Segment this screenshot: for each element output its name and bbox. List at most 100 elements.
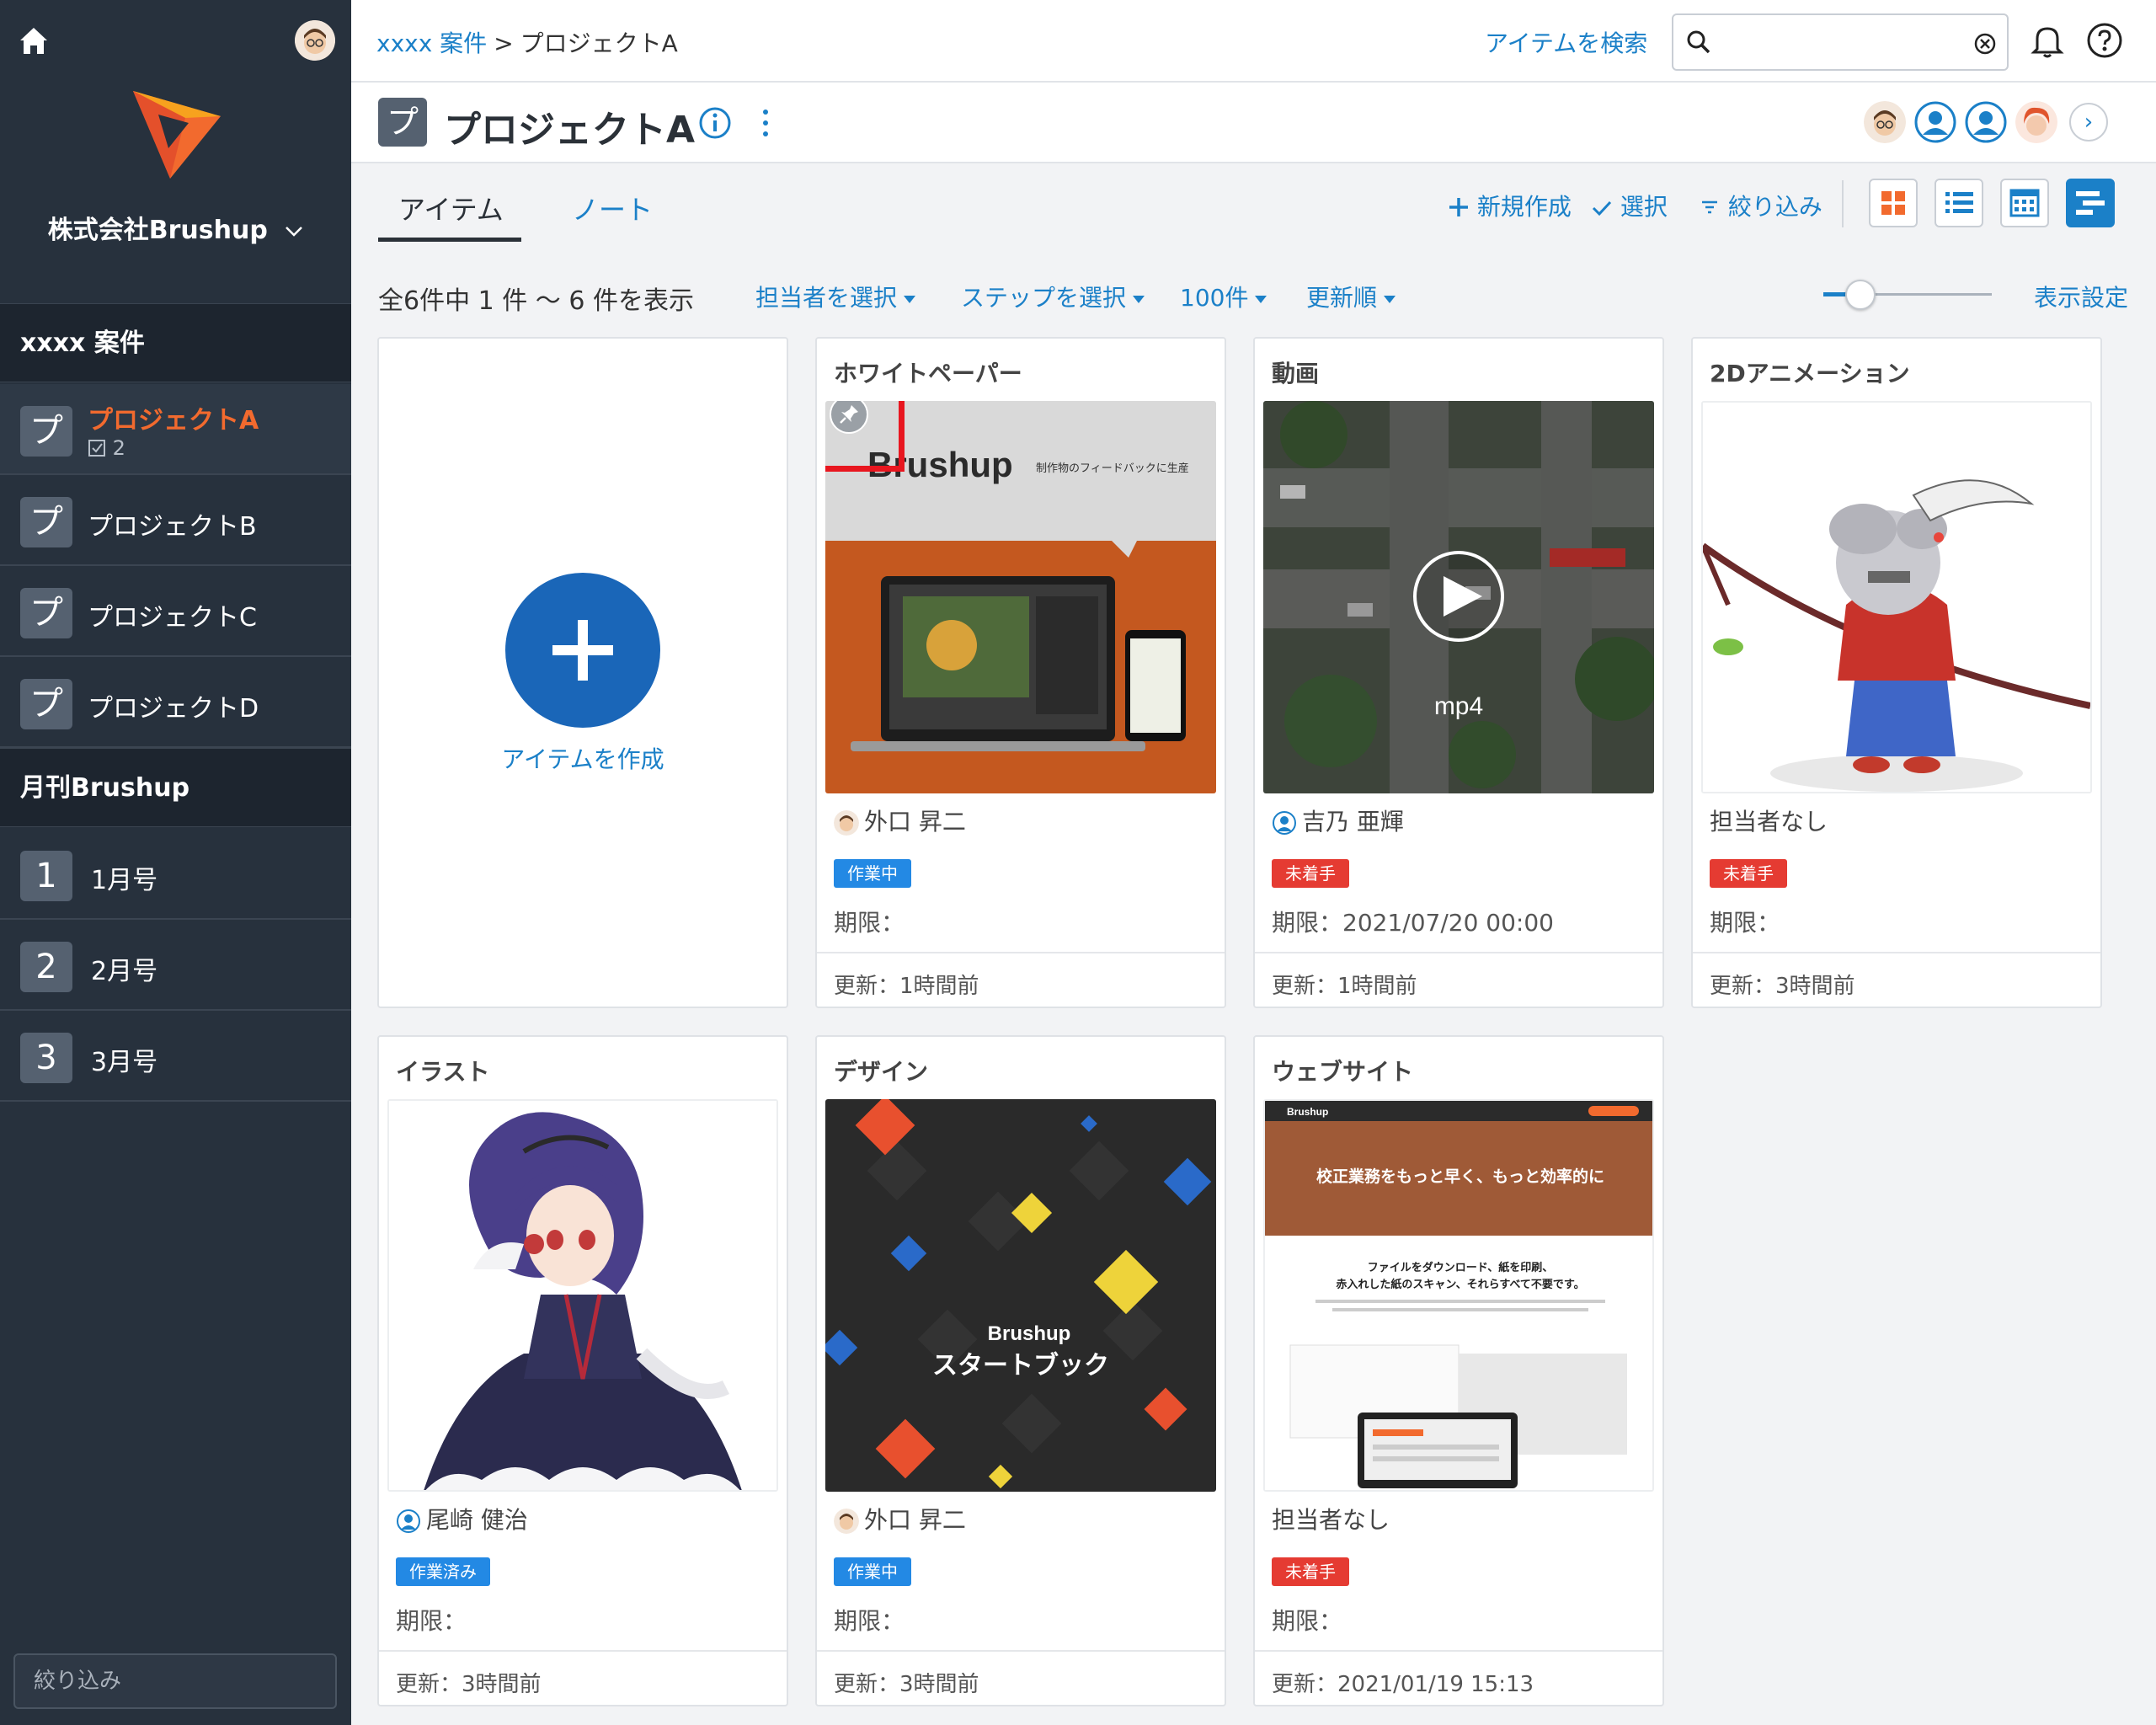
search-icon — [1687, 30, 1710, 54]
search-items-link[interactable]: アイテムを検索 — [1485, 25, 1647, 59]
animation-character-image — [1703, 403, 2090, 792]
sidebar-section-title[interactable]: 月刊Brushup — [0, 748, 351, 827]
member-avatar[interactable] — [1864, 101, 1906, 143]
sidebar-item-january[interactable]: 1 1月号 — [0, 829, 351, 920]
slider-knob[interactable] — [1845, 280, 1876, 310]
project-header: プ プロジェクトA › — [351, 83, 2156, 163]
item-thumbnail[interactable]: Brushup 校正業務をもっと早く、もっと効率的に ファイルをダウンロード、紙… — [1263, 1099, 1654, 1492]
item-thumbnail[interactable] — [387, 1099, 778, 1492]
search-box[interactable] — [1672, 13, 2009, 71]
help-icon[interactable] — [2084, 20, 2125, 61]
sidebar-item-february[interactable]: 2 2月号 — [0, 920, 351, 1011]
item-card[interactable]: ウェブサイト Brushup 校正業務をもっと早く、もっと効率的に ファイルをダ… — [1253, 1035, 1664, 1706]
item-assignee: 尾崎 健治 — [396, 1505, 528, 1535]
status-badge: 未着手 — [1272, 859, 1349, 888]
card-divider — [379, 1650, 787, 1652]
list-view-button[interactable] — [1935, 179, 1983, 227]
tab-toolbar: アイテム ノート 新規作成 選択 絞り込み — [351, 163, 2156, 244]
sidebar-filter-input[interactable]: 絞り込み — [13, 1653, 337, 1709]
sidebar-item-march[interactable]: 3 3月号 — [0, 1011, 351, 1102]
grid-view-icon — [1881, 191, 1905, 215]
member-avatar[interactable] — [1914, 101, 1956, 143]
grid-view-button[interactable] — [1869, 179, 1918, 227]
issue-number-icon: 3 — [20, 1033, 72, 1083]
info-icon[interactable] — [698, 106, 732, 140]
item-title: イラスト — [396, 1058, 490, 1086]
item-assignee: 外口 昇二 — [834, 807, 966, 837]
item-card[interactable]: イラスト 尾崎 健治 作業済み 期限： 更新：3時間前 — [377, 1035, 788, 1706]
updated-time: 更新：2021/01/19 15:13 — [1272, 1672, 1534, 1697]
status-badge: 作業中 — [834, 1557, 911, 1586]
filter-row: 全6件中 1 件 〜 6 件を表示 担当者を選択 ステップを選択 100件 更新… — [351, 253, 2156, 334]
assignee-name: 外口 昇二 — [864, 808, 966, 836]
updated-time: 更新：1時間前 — [1272, 974, 1417, 999]
chevron-down-icon — [286, 226, 303, 237]
issue-number-icon: 1 — [20, 851, 72, 901]
select-button-label: 選択 — [1620, 193, 1668, 221]
item-thumbnail[interactable]: mp4 — [1263, 401, 1654, 793]
gantt-view-button[interactable] — [2066, 179, 2115, 227]
home-icon[interactable] — [17, 24, 51, 57]
breadcrumb-parent-link[interactable]: xxxx 案件 — [376, 29, 487, 57]
new-button-label: 新規作成 — [1476, 193, 1572, 221]
user-avatar[interactable] — [295, 20, 335, 61]
item-title: 動画 — [1272, 360, 1320, 387]
item-count-text: 全6件中 1 件 〜 6 件を表示 — [378, 286, 694, 316]
sidebar: 株式会社Brushup xxxx 案件 プ プロジェクトA 2 プ プロジェクト… — [0, 0, 351, 1725]
tab-items[interactable]: アイテム — [398, 189, 504, 227]
step-dropdown[interactable]: ステップを選択 — [961, 280, 1145, 313]
website-brand-text: Brushup — [1287, 1106, 1328, 1118]
updated-time: 更新：3時間前 — [1710, 974, 1855, 999]
item-card[interactable]: 動画 mp4 吉乃 亜輝 未着手 期限：2021/07/20 00:00 更新：… — [1253, 337, 1664, 1008]
display-settings-link[interactable]: 表示設定 — [2034, 280, 2128, 313]
sidebar-section-title[interactable]: xxxx 案件 — [0, 303, 351, 382]
new-button[interactable]: 新規作成 — [1448, 189, 1572, 222]
company-switcher[interactable]: 株式会社Brushup — [0, 209, 351, 246]
pin-button[interactable] — [830, 401, 868, 434]
item-card[interactable]: デザイン Brushup スタートブック 外口 昇二 作業中 期限： 更新：3時… — [815, 1035, 1226, 1706]
item-assignee: 担当者なし — [1272, 1506, 1390, 1534]
sidebar-item-project-d[interactable]: プ プロジェクトD — [0, 657, 351, 748]
more-vertical-icon[interactable] — [759, 106, 772, 140]
clear-search-icon[interactable] — [1973, 32, 1997, 56]
checkbox-icon — [88, 440, 105, 457]
project-icon: プ — [20, 679, 72, 729]
calendar-view-button[interactable] — [2000, 179, 2049, 227]
thumbnail-size-slider[interactable] — [1823, 280, 1992, 310]
whitepaper-sub-text: 制作物のフィードバックに生産 — [1036, 462, 1189, 475]
tab-notes[interactable]: ノート — [572, 189, 653, 227]
search-input[interactable] — [1721, 25, 1973, 59]
item-thumbnail[interactable] — [1701, 401, 2092, 793]
create-item-label[interactable]: アイテムを作成 — [379, 741, 787, 775]
card-divider — [817, 1650, 1225, 1652]
chevron-right-icon[interactable]: › — [2069, 103, 2108, 142]
item-card[interactable]: 2Dアニメーション 担当者なし 未着手 期限： 更新：3時間前 — [1691, 337, 2102, 1008]
sidebar-item-project-a[interactable]: プ プロジェクトA 2 — [0, 384, 351, 475]
notification-bell-icon[interactable] — [2027, 20, 2068, 61]
create-item-card[interactable]: アイテムを作成 — [377, 337, 788, 1008]
add-icon[interactable] — [505, 573, 660, 728]
pin-highlight-box — [825, 401, 905, 472]
assignee-dropdown[interactable]: 担当者を選択 — [755, 280, 916, 313]
breadcrumb-current: プロジェクトA — [520, 29, 678, 57]
project-icon: プ — [378, 98, 427, 147]
sidebar-item-project-b[interactable]: プ プロジェクトB — [0, 475, 351, 566]
breadcrumb-separator: > — [494, 29, 514, 57]
item-thumbnail[interactable]: Brushup スタートブック — [825, 1099, 1216, 1492]
pin-icon — [840, 405, 858, 424]
filter-button[interactable]: 絞り込み — [1699, 189, 1822, 222]
member-avatar[interactable] — [2015, 101, 2057, 143]
member-avatar[interactable] — [1965, 101, 2007, 143]
updated-time: 更新：3時間前 — [396, 1672, 542, 1697]
sort-dropdown[interactable]: 更新順 — [1306, 280, 1396, 313]
card-divider — [817, 952, 1225, 953]
assignee-avatar — [396, 1509, 421, 1534]
select-button[interactable]: 選択 — [1591, 189, 1668, 222]
sort-label: 更新順 — [1306, 284, 1378, 312]
item-thumbnail[interactable]: Brushup 制作物のフィードバックに生産 — [825, 401, 1216, 793]
due-date: 期限： — [1272, 1607, 1343, 1635]
active-tab-indicator — [378, 238, 521, 242]
per-page-dropdown[interactable]: 100件 — [1180, 280, 1267, 313]
sidebar-item-project-c[interactable]: プ プロジェクトC — [0, 566, 351, 657]
item-card[interactable]: ホワイトペーパー Brushup 制作物のフィードバックに生産 外口 昇二 作業… — [815, 337, 1226, 1008]
